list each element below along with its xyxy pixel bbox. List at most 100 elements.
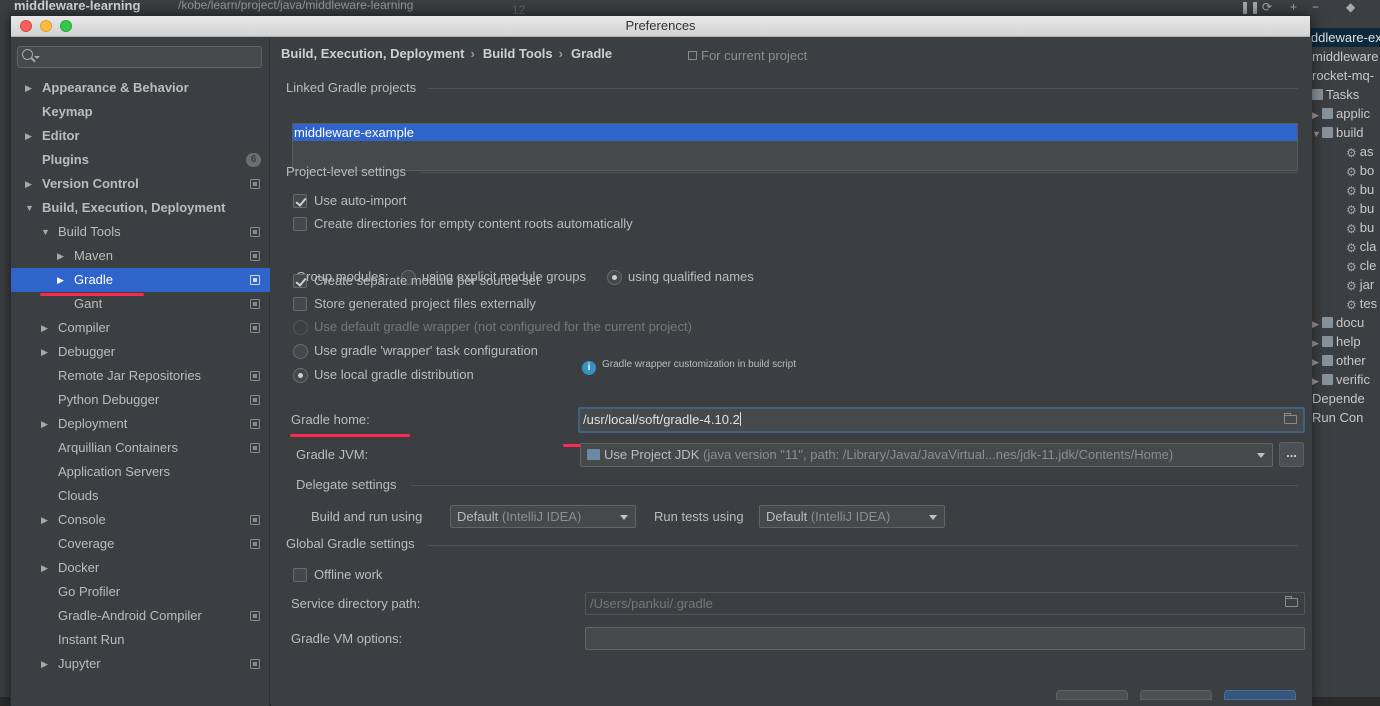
gradle-vm-options-input[interactable] bbox=[585, 627, 1305, 650]
chevron-right-icon[interactable]: ▶ bbox=[57, 244, 64, 268]
sidebar-item-python-debugger[interactable]: Python Debugger bbox=[11, 388, 270, 412]
radio-circle[interactable] bbox=[607, 270, 622, 285]
gradle-tree-row[interactable]: ⚙ cla bbox=[1308, 237, 1380, 256]
radio-circle[interactable] bbox=[293, 368, 308, 383]
sidebar-item-label: Clouds bbox=[58, 488, 99, 503]
gradle-tree-row[interactable]: ⚙ as bbox=[1308, 142, 1380, 161]
sidebar-item-label: Keymap bbox=[42, 104, 93, 119]
sidebar-item-jupyter[interactable]: ▶ Jupyter bbox=[11, 652, 270, 676]
pause-icon[interactable]: ❚❚ bbox=[1240, 0, 1260, 14]
chevron-down-icon[interactable]: ▼ bbox=[41, 220, 50, 244]
breadcrumb-item-build-execution: Build, Execution, Deployment bbox=[281, 46, 465, 61]
chevron-down-icon[interactable]: ▼ bbox=[25, 196, 34, 220]
gradle-tree-row[interactable]: Tasks bbox=[1308, 85, 1380, 104]
sidebar-item-compiler[interactable]: ▶ Compiler bbox=[11, 316, 270, 340]
run-tests-value: Default bbox=[766, 509, 808, 524]
sidebar-item-keymap[interactable]: Keymap bbox=[11, 100, 270, 124]
browse-folder-icon[interactable] bbox=[1284, 413, 1297, 424]
gradle-tree-label: bo bbox=[1359, 163, 1375, 178]
sidebar-item-arquillian-containers[interactable]: Arquillian Containers bbox=[11, 436, 270, 460]
linked-project-item[interactable]: middleware-example bbox=[293, 124, 1297, 141]
sidebar-item-plugins[interactable]: Plugins 6 bbox=[11, 148, 270, 172]
chevron-right-icon[interactable]: ▶ bbox=[57, 268, 64, 292]
gradle-home-input[interactable]: /usr/local/soft/gradle-4.10.2 bbox=[578, 407, 1305, 433]
gradle-tree-row[interactable]: rocket-mq- bbox=[1308, 66, 1380, 85]
sidebar-item-application-servers[interactable]: Application Servers bbox=[11, 460, 270, 484]
gradle-jvm-more-button[interactable]: ... bbox=[1279, 442, 1304, 467]
gradle-tree-row[interactable]: Depende bbox=[1308, 389, 1380, 408]
settings-tree: ▶ Appearance & Behavior Keymap ▶ Editor Plugi… bbox=[11, 76, 270, 676]
sidebar-item-gant[interactable]: Gant bbox=[11, 292, 270, 316]
checkbox-box[interactable] bbox=[293, 568, 307, 582]
sidebar-item-gradle[interactable]: ▶ Gradle bbox=[11, 268, 270, 292]
project-scope-icon bbox=[250, 539, 260, 549]
gradle-tree-row[interactable]: ⚙ jar bbox=[1308, 275, 1380, 294]
sidebar-item-coverage[interactable]: Coverage bbox=[11, 532, 270, 556]
gradle-tree-row[interactable]: iddleware-ex bbox=[1308, 28, 1380, 47]
chevron-right-icon[interactable]: ▶ bbox=[25, 172, 32, 196]
sidebar-item-appearance-behavior[interactable]: ▶ Appearance & Behavior bbox=[11, 76, 270, 100]
minus-icon[interactable]: − bbox=[1312, 0, 1319, 14]
gradle-tree-row[interactable]: ▶ help bbox=[1308, 332, 1380, 351]
dialog-footer-ok-button[interactable] bbox=[1224, 690, 1296, 700]
sidebar-item-go-profiler[interactable]: Go Profiler bbox=[11, 580, 270, 604]
gradle-tree-row[interactable]: ▶ verific bbox=[1308, 370, 1380, 389]
dialog-footer-button[interactable] bbox=[1056, 690, 1128, 700]
gradle-elephant-icon[interactable]: ◆ bbox=[1346, 0, 1355, 14]
search-history-dropdown-icon[interactable] bbox=[34, 56, 40, 59]
chevron-right-icon[interactable]: ▶ bbox=[41, 652, 48, 676]
chevron-right-icon[interactable]: ▶ bbox=[25, 76, 32, 100]
gradle-tree-row[interactable]: ⚙ cle bbox=[1308, 256, 1380, 275]
sidebar-item-editor[interactable]: ▶ Editor bbox=[11, 124, 270, 148]
linked-projects-list[interactable]: middleware-example bbox=[292, 123, 1298, 171]
sidebar-item-build-tools[interactable]: ▼ Build Tools bbox=[11, 220, 270, 244]
gradle-tree-row[interactable]: ▶ applic bbox=[1308, 104, 1380, 123]
gradle-tree-row[interactable]: middleware bbox=[1308, 47, 1380, 66]
settings-search-input[interactable] bbox=[17, 46, 262, 68]
sidebar-item-deployment[interactable]: ▶ Deployment bbox=[11, 412, 270, 436]
checkbox-box[interactable] bbox=[293, 194, 307, 208]
sidebar-item-label: Docker bbox=[58, 560, 100, 575]
sidebar-item-instant-run[interactable]: Instant Run bbox=[11, 628, 270, 652]
refresh-icon[interactable]: ⟳ bbox=[1262, 0, 1272, 14]
sidebar-item-remote-jar-repositories[interactable]: Remote Jar Repositories bbox=[11, 364, 270, 388]
sidebar-item-version-control[interactable]: ▶ Version Control bbox=[11, 172, 270, 196]
project-scope-icon bbox=[250, 299, 260, 309]
checkbox-box[interactable] bbox=[293, 297, 307, 311]
gradle-tree-row[interactable]: ⚙ bo bbox=[1308, 161, 1380, 180]
ide-project-name[interactable]: middleware-learning bbox=[14, 0, 140, 13]
sidebar-item-build-execution-deployment[interactable]: ▼ Build, Execution, Deployment bbox=[11, 196, 270, 220]
gradle-tree-row[interactable]: ⚙ bu bbox=[1308, 199, 1380, 218]
gradle-tree-row[interactable]: ▶ other bbox=[1308, 351, 1380, 370]
build-run-select[interactable]: Default (IntelliJ IDEA) bbox=[450, 505, 636, 528]
sidebar-item-label: Build, Execution, Deployment bbox=[42, 200, 226, 215]
run-tests-select[interactable]: Default (IntelliJ IDEA) bbox=[759, 505, 945, 528]
chevron-right-icon[interactable]: ▶ bbox=[25, 124, 32, 148]
gradle-tree-row[interactable]: ⚙ tes bbox=[1308, 294, 1380, 313]
gradle-tree-row[interactable]: ⚙ bu bbox=[1308, 218, 1380, 237]
gradle-tree-row[interactable]: Run Con bbox=[1308, 408, 1380, 427]
chevron-right-icon[interactable]: ▶ bbox=[41, 556, 48, 580]
sidebar-item-gradle-android-compiler[interactable]: Gradle-Android Compiler bbox=[11, 604, 270, 628]
sidebar-item-maven[interactable]: ▶ Maven bbox=[11, 244, 270, 268]
radio-circle[interactable] bbox=[293, 344, 308, 359]
add-icon[interactable]: + bbox=[1290, 0, 1297, 14]
sidebar-item-docker[interactable]: ▶ Docker bbox=[11, 556, 270, 580]
gradle-tree-row[interactable]: ⚙ bu bbox=[1308, 180, 1380, 199]
chevron-right-icon[interactable]: ▶ bbox=[41, 412, 48, 436]
gradle-jvm-select[interactable]: Use Project JDK (java version "11", path… bbox=[580, 443, 1273, 467]
jdk-icon bbox=[587, 449, 600, 460]
gradle-tree-row[interactable]: ▼ build bbox=[1308, 123, 1380, 142]
gradle-tree-row[interactable]: ▶ docu bbox=[1308, 313, 1380, 332]
chevron-right-icon[interactable]: ▶ bbox=[41, 316, 48, 340]
checkbox-box[interactable] bbox=[293, 217, 307, 231]
checkbox-label: Use auto-import bbox=[314, 193, 407, 208]
sidebar-item-console[interactable]: ▶ Console bbox=[11, 508, 270, 532]
breadcrumb: Build, Execution, Deployment › Build Tools… bbox=[281, 46, 618, 61]
checkbox-box[interactable] bbox=[293, 274, 307, 288]
chevron-right-icon[interactable]: ▶ bbox=[41, 508, 48, 532]
sidebar-item-clouds[interactable]: Clouds bbox=[11, 484, 270, 508]
sidebar-item-debugger[interactable]: ▶ Debugger bbox=[11, 340, 270, 364]
dialog-footer-button[interactable] bbox=[1140, 690, 1212, 700]
chevron-right-icon[interactable]: ▶ bbox=[41, 340, 48, 364]
